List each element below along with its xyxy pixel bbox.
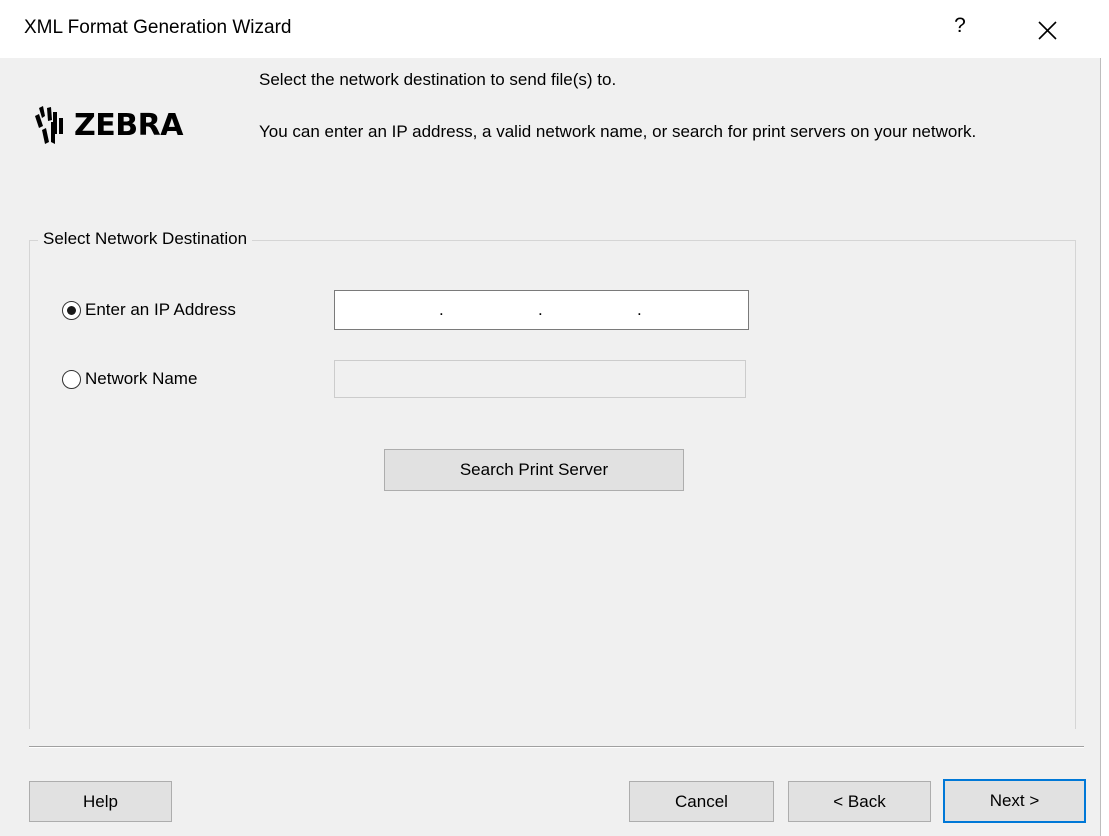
ip-address-radio[interactable] <box>62 300 81 320</box>
logo-text: ZEBRA <box>74 107 183 143</box>
ip-address-field[interactable]: . . . <box>334 290 749 330</box>
ip-separator: . <box>439 300 444 319</box>
detail-text: You can enter an IP address, a valid net… <box>259 122 977 141</box>
network-name-field[interactable] <box>334 360 746 398</box>
cancel-button[interactable]: Cancel <box>629 781 774 822</box>
title-bar: XML Format Generation Wizard ? <box>0 0 1109 58</box>
window-edge-line <box>1100 58 1101 836</box>
window-title: XML Format Generation Wizard <box>24 17 292 38</box>
zebra-head-icon <box>35 106 63 144</box>
group-label: Select Network Destination <box>38 229 253 249</box>
help-title-button[interactable]: ? <box>950 14 970 42</box>
search-print-server-button[interactable]: Search Print Server <box>384 449 684 491</box>
network-name-option[interactable]: Network Name <box>62 369 197 389</box>
footer-separator <box>29 746 1084 748</box>
zebra-logo: ZEBRA <box>33 104 183 146</box>
ip-address-option[interactable]: Enter an IP Address <box>62 300 236 320</box>
network-name-label: Network Name <box>85 369 198 388</box>
instruction-text: Select the network destination to send f… <box>259 70 617 89</box>
ip-separator: . <box>538 300 543 319</box>
ip-address-label: Enter an IP Address <box>85 300 236 319</box>
close-button[interactable] <box>1034 17 1062 45</box>
close-icon <box>1038 21 1057 40</box>
help-button[interactable]: Help <box>29 781 172 822</box>
network-name-radio[interactable] <box>62 369 81 389</box>
window-edge <box>1100 58 1109 836</box>
ip-separator: . <box>637 300 642 319</box>
back-button[interactable]: < Back <box>788 781 931 822</box>
next-button[interactable]: Next > <box>943 779 1086 823</box>
